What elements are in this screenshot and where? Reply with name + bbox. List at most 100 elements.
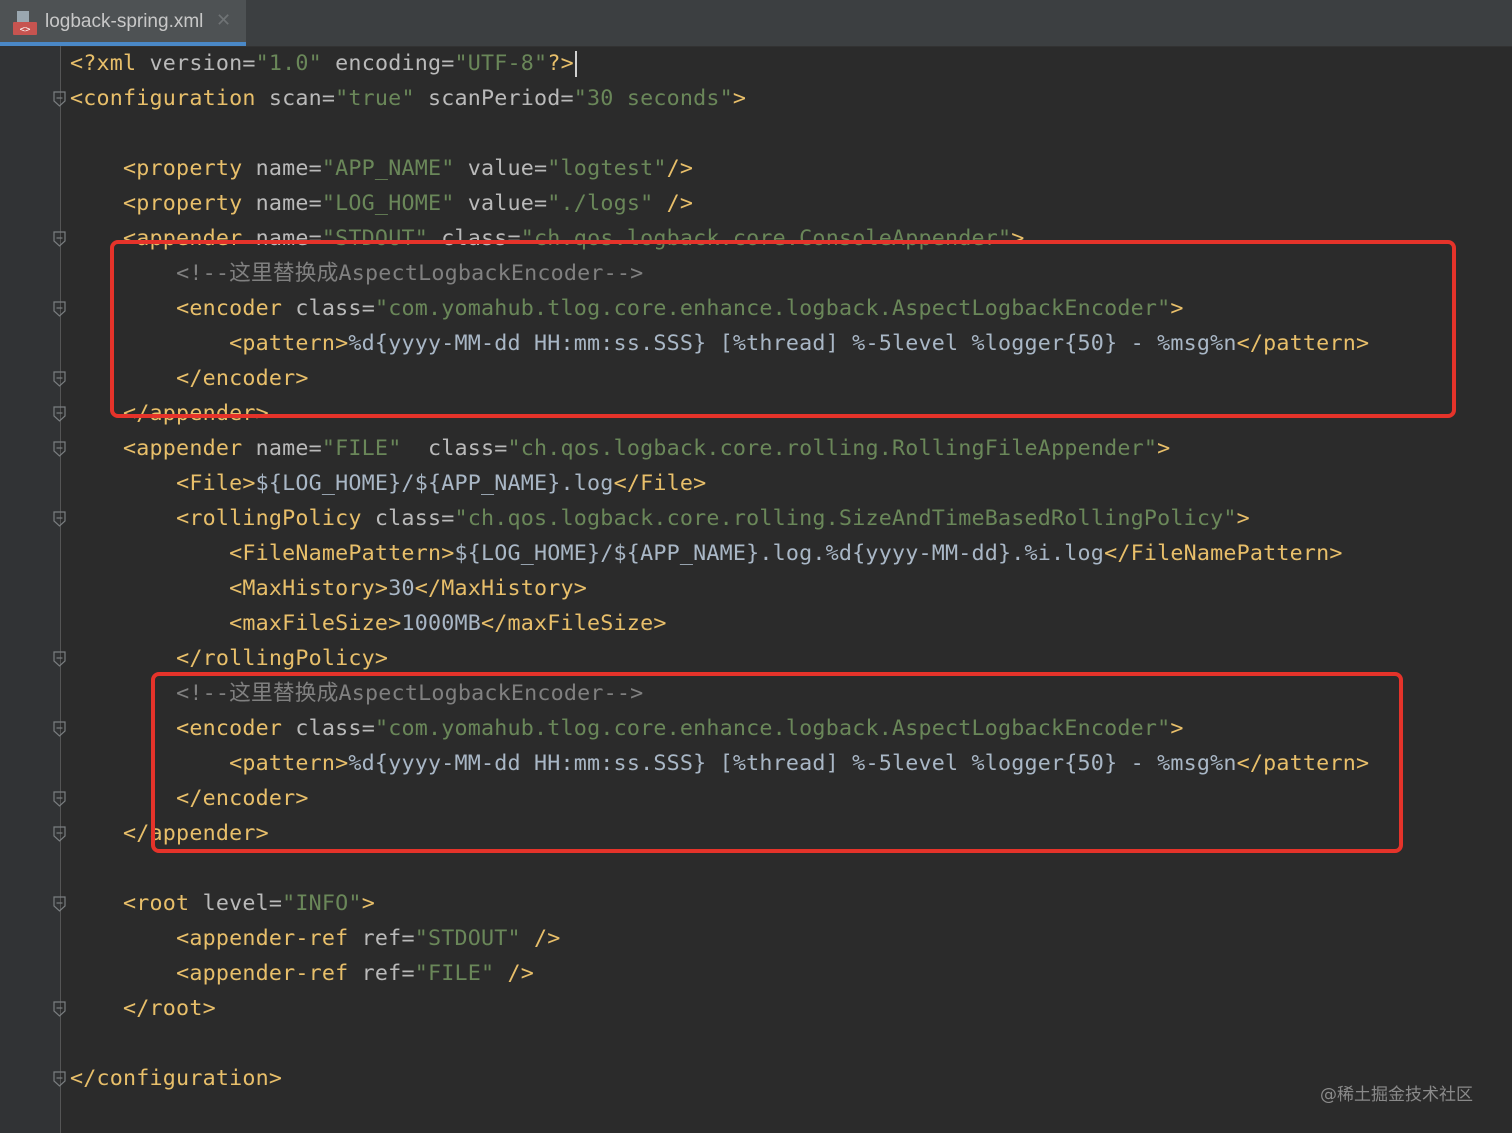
- code-token: <maxFileSize>: [229, 611, 402, 636]
- code-token: </rollingPolicy>: [176, 646, 389, 671]
- fold-toggle-icon[interactable]: [53, 371, 66, 387]
- code-token: ${LOG_HOME}/${APP_NAME}.log.%d{yyyy-MM-d…: [454, 541, 1105, 566]
- code-line[interactable]: </configuration>: [70, 1061, 1369, 1096]
- code-token: "30 seconds": [573, 86, 733, 111]
- tab-logback-spring-xml[interactable]: <> logback-spring.xml ✕: [0, 0, 246, 46]
- watermark: @稀土掘金技术社区: [1320, 1085, 1473, 1105]
- code-line[interactable]: <property name="APP_NAME" value="logtest…: [70, 151, 1369, 186]
- code-token: encoding: [321, 51, 442, 76]
- code-token: name: [255, 436, 309, 461]
- code-token: </maxFileSize>: [480, 611, 667, 636]
- code-token: </MaxHistory>: [414, 576, 588, 601]
- tab-title: logback-spring.xml: [45, 11, 204, 32]
- code-token: />: [520, 926, 561, 951]
- code-token: "LOG_HOME": [321, 191, 455, 216]
- highlight-box-file-encoder: [151, 672, 1403, 853]
- fold-toggle-icon[interactable]: [53, 231, 66, 247]
- code-token: />: [494, 961, 535, 986]
- code-token: "APP_NAME": [321, 156, 455, 181]
- code-token: 1000MB: [401, 611, 481, 636]
- code-token: <property: [123, 191, 256, 216]
- code-line[interactable]: </root>: [70, 991, 1369, 1026]
- code-token: =: [534, 156, 548, 181]
- code-line[interactable]: <appender-ref ref="FILE" />: [70, 956, 1369, 991]
- code-token: ?>: [547, 51, 574, 76]
- code-token: =: [242, 51, 256, 76]
- code-token: ${LOG_HOME}/${APP_NAME}.log: [255, 471, 614, 496]
- code-token: 30: [388, 576, 415, 601]
- code-line[interactable]: <configuration scan="true" scanPeriod="3…: [70, 81, 1369, 116]
- code-token: version: [149, 51, 243, 76]
- highlight-box-stdout-encoder: [110, 240, 1456, 418]
- code-line[interactable]: <maxFileSize>1000MB</maxFileSize>: [70, 606, 1369, 641]
- code-token: <appender-ref: [176, 961, 362, 986]
- code-token: =: [401, 926, 415, 951]
- code-line[interactable]: <root level="INFO">: [70, 886, 1369, 921]
- code-token: =: [534, 191, 548, 216]
- code-line[interactable]: [70, 1026, 1369, 1061]
- text-caret: [574, 51, 577, 77]
- code-token: ref: [361, 926, 402, 951]
- code-token: value: [454, 156, 535, 181]
- code-token: <rollingPolicy: [176, 506, 375, 531]
- code-token: name: [255, 156, 309, 181]
- code-token: "FILE": [414, 961, 495, 986]
- code-token: =: [268, 891, 283, 916]
- fold-toggle-icon[interactable]: [53, 511, 66, 527]
- code-line[interactable]: <?xml version="1.0" encoding="UTF-8"?>: [70, 46, 1369, 81]
- code-token: scanPeriod: [414, 86, 561, 111]
- fold-toggle-icon[interactable]: [53, 826, 66, 842]
- fold-toggle-icon[interactable]: [53, 896, 66, 912]
- code-token: ref: [361, 961, 402, 986]
- code-line[interactable]: [70, 851, 1369, 886]
- code-token: >: [1236, 506, 1250, 531]
- code-line[interactable]: <appender name="FILE" class="ch.qos.logb…: [70, 431, 1369, 466]
- fold-toggle-icon[interactable]: [53, 651, 66, 667]
- code-token: =: [308, 156, 322, 181]
- code-token: "STDOUT": [414, 926, 521, 951]
- code-line[interactable]: <rollingPolicy class="ch.qos.logback.cor…: [70, 501, 1369, 536]
- fold-toggle-icon[interactable]: [53, 91, 66, 107]
- code-token: </root>: [123, 996, 216, 1021]
- code-token: <configuration: [70, 86, 269, 111]
- code-token: name: [255, 191, 309, 216]
- code-token: <FileNamePattern>: [229, 541, 455, 566]
- code-line[interactable]: </rollingPolicy>: [70, 641, 1369, 676]
- code-line[interactable]: <appender-ref ref="STDOUT" />: [70, 921, 1369, 956]
- code-token: "UTF-8": [454, 51, 548, 76]
- code-token: =: [401, 961, 415, 986]
- code-line[interactable]: <File>${LOG_HOME}/${APP_NAME}.log</File>: [70, 466, 1369, 501]
- code-line[interactable]: <MaxHistory>30</MaxHistory>: [70, 571, 1369, 606]
- fold-toggle-icon[interactable]: [53, 791, 66, 807]
- code-token: value: [454, 191, 535, 216]
- editor-tab-bar: <> logback-spring.xml ✕: [0, 0, 1512, 47]
- code-token: "logtest": [547, 156, 667, 181]
- code-line[interactable]: <property name="LOG_HOME" value="./logs"…: [70, 186, 1369, 221]
- close-icon[interactable]: ✕: [216, 10, 231, 31]
- code-token: </configuration>: [70, 1066, 283, 1091]
- fold-toggle-icon[interactable]: [53, 301, 66, 317]
- code-line[interactable]: [70, 116, 1369, 151]
- fold-toggle-icon[interactable]: [53, 1071, 66, 1087]
- fold-toggle-icon[interactable]: [53, 721, 66, 737]
- code-token: <MaxHistory>: [229, 576, 389, 601]
- fold-toggle-icon[interactable]: [53, 441, 66, 457]
- code-line[interactable]: <FileNamePattern>${LOG_HOME}/${APP_NAME}…: [70, 536, 1369, 571]
- code-editor[interactable]: <?xml version="1.0" encoding="UTF-8"?> <c…: [70, 46, 1369, 1096]
- code-token: />: [653, 191, 694, 216]
- code-token: class: [401, 436, 495, 461]
- svg-text:<>: <>: [20, 25, 31, 35]
- code-token: =: [321, 86, 336, 111]
- fold-toggle-icon[interactable]: [53, 406, 66, 422]
- fold-toggle-icon[interactable]: [53, 1001, 66, 1017]
- code-token: >: [361, 891, 375, 916]
- code-token: level: [202, 891, 269, 916]
